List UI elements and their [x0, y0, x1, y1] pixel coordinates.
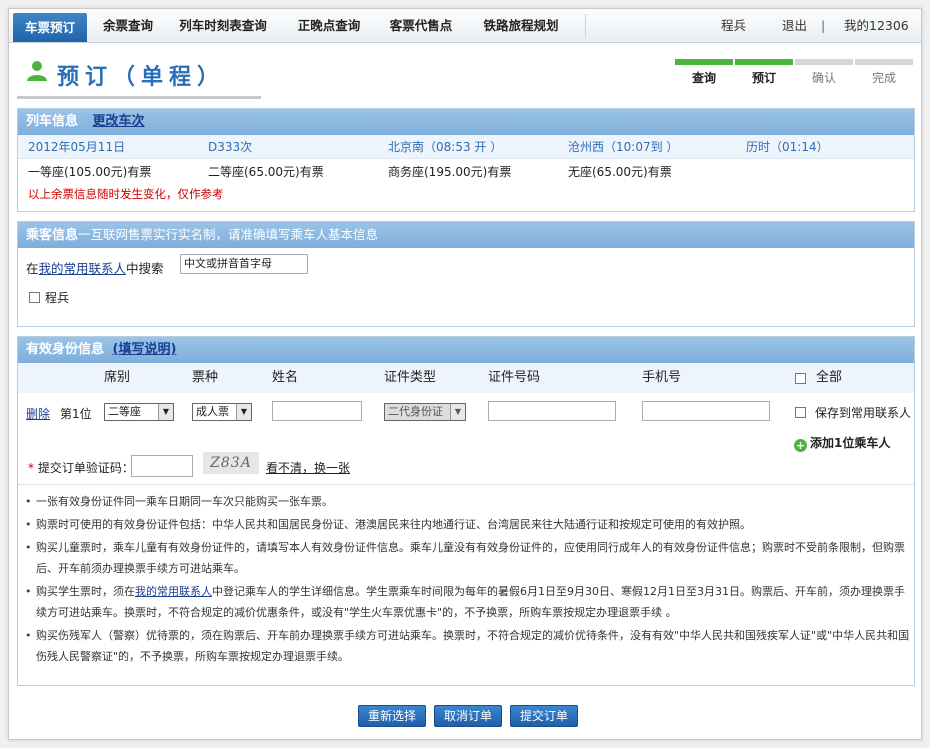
train-summary-row: 2012年05月11日 D333次 北京南（08:53 开 ） 沧州西（10:0… — [18, 135, 914, 159]
passenger-table-header: 席别 票种 姓名 证件类型 证件号码 手机号 全部 — [18, 363, 914, 393]
verify-code-input[interactable] — [131, 455, 193, 477]
top-nav: 车票预订 余票查询 列车时刻表查询 正晚点查询 客票代售点 铁路旅程规划 程兵 … — [9, 9, 921, 43]
note-item: 一张有效身份证件同一乘车日期同一车次只能购买一张车票。 — [18, 491, 914, 512]
step-confirm: 确认 — [795, 59, 853, 89]
nav-agency-points[interactable]: 客票代售点 — [381, 9, 461, 42]
nav-timetable[interactable]: 列车时刻表查询 — [173, 9, 273, 42]
nav-separator: | — [821, 18, 826, 33]
passenger-info-section: 乘客信息一互联网售票实行实名制，请准确填写乘车人基本信息 在我的常用联系人中搜索… — [17, 221, 915, 327]
train-number: D333次 — [208, 140, 253, 154]
note-item: 购票时可使用的有效身份证件包括：中华人民共和国居民身份证、港澳居民来往内地通行证… — [18, 514, 914, 535]
step-complete: 完成 — [855, 59, 913, 89]
select-all-label: 全部 — [816, 370, 843, 385]
my-account-link[interactable]: 我的12306 — [844, 9, 909, 42]
note-item: 购买学生票时，须在我的常用联系人中登记乘车人的学生详细信息。学生票乘车时间限为每… — [18, 581, 914, 623]
contact-search-label: 在我的常用联系人中搜索 — [26, 261, 164, 276]
save-contact-checkbox[interactable] — [795, 407, 806, 418]
progress-steps: 查询 预订 确认 完成 — [675, 59, 915, 89]
step-query: 查询 — [675, 59, 733, 89]
page-frame: 车票预订 余票查询 列车时刻表查询 正晚点查询 客票代售点 铁路旅程规划 程兵 … — [8, 8, 922, 740]
passenger-info-heading: 乘客信息 — [26, 228, 79, 243]
chevron-down-icon: ▼ — [450, 404, 465, 420]
submit-order-button[interactable]: 提交订单 — [510, 705, 579, 727]
chevron-down-icon: ▼ — [236, 404, 251, 420]
delete-passenger-link[interactable]: 删除 — [26, 405, 50, 422]
select-all-checkbox[interactable] — [795, 373, 806, 384]
passenger-info-subheading: 一互联网售票实行实名制，请准确填写乘车人基本信息 — [78, 227, 379, 242]
note-item: 购买伤残军人（警察）优待票的，须在购票后、开车前办理换票手续方可进站乘车。换票时… — [18, 625, 914, 667]
seat-first-class: 一等座(105.00元)有票 — [28, 165, 152, 179]
captcha-image[interactable]: Z83A — [203, 452, 259, 474]
id-number-input[interactable] — [488, 401, 616, 421]
trip-duration: 历时（01:14） — [746, 140, 829, 154]
contact-checkbox[interactable] — [29, 292, 40, 303]
person-icon — [27, 61, 47, 81]
step-booking: 预订 — [735, 59, 793, 89]
departure-station: 北京南（08:53 开 ） — [388, 140, 503, 154]
chevron-down-icon: ▼ — [158, 404, 173, 420]
reselect-button[interactable]: 重新选择 — [358, 705, 427, 727]
id-type-select[interactable]: 二代身份证 ▼ — [384, 403, 466, 421]
verify-label: * 提交订单验证码： — [28, 461, 134, 475]
logout-link[interactable]: 退出 — [782, 9, 807, 42]
train-date: 2012年05月11日 — [28, 140, 126, 154]
notes-list: 一张有效身份证件同一乘车日期同一车次只能购买一张车票。 购票时可使用的有效身份证… — [18, 484, 914, 669]
cancel-order-button[interactable]: 取消订单 — [434, 705, 503, 727]
ticket-type-select[interactable]: 成人票 ▼ — [192, 403, 252, 421]
seat-second-class: 二等座(65.00元)有票 — [208, 165, 324, 179]
nav-divider — [585, 14, 586, 38]
seat-type-select[interactable]: 二等座 ▼ — [104, 403, 174, 421]
captcha-refresh-link[interactable]: 看不清，换一张 — [266, 459, 350, 476]
name-input[interactable] — [272, 401, 362, 421]
contact-search-input[interactable]: 中文或拼音首字母 — [180, 254, 308, 274]
nav-trip-planner[interactable]: 铁路旅程规划 — [473, 9, 569, 42]
passenger-position: 第1位 — [60, 407, 92, 421]
id-info-header: 有效身份信息 (填写说明) — [18, 337, 914, 363]
col-phone: 手机号 — [642, 370, 682, 385]
col-name: 姓名 — [272, 370, 299, 385]
seat-standing: 无座(65.00元)有票 — [568, 165, 672, 179]
seat-business-class: 商务座(195.00元)有票 — [388, 165, 512, 179]
arrival-station: 沧州西（10:07到 ） — [568, 140, 679, 154]
title-underline — [17, 96, 261, 99]
contact-name-label: 程兵 — [45, 291, 70, 305]
student-contacts-link[interactable]: 我的常用联系人 — [135, 585, 212, 598]
col-id-number: 证件号码 — [488, 370, 541, 385]
add-passenger-button[interactable]: + 添加1位乘车人 — [794, 434, 890, 452]
help-link[interactable]: (填写说明) — [113, 342, 177, 357]
id-info-heading: 有效身份信息 — [26, 342, 105, 357]
plus-icon: + — [794, 439, 807, 452]
nav-ticket-booking[interactable]: 车票预订 — [13, 13, 87, 42]
my-contacts-link[interactable]: 我的常用联系人 — [39, 261, 127, 276]
note-item: 购买儿童票时，乘车儿童有有效身份证件的，请填写本人有效身份证件信息。乘车儿童没有… — [18, 537, 914, 579]
save-contact-label: 保存到常用联系人 — [815, 406, 912, 420]
phone-input[interactable] — [642, 401, 770, 421]
nav-delay-status[interactable]: 正晚点查询 — [289, 9, 369, 42]
col-ticket-type: 票种 — [192, 370, 219, 385]
nav-remaining-tickets[interactable]: 余票查询 — [93, 9, 163, 42]
col-id-type: 证件类型 — [384, 370, 437, 385]
change-train-link[interactable]: 更改车次 — [93, 114, 145, 129]
availability-notice: 以上余票信息随时发生变化，仅作参考 — [28, 187, 224, 201]
passenger-info-header: 乘客信息一互联网售票实行实名制，请准确填写乘车人基本信息 — [18, 222, 914, 248]
train-info-heading: 列车信息 — [26, 114, 79, 129]
id-info-section: 有效身份信息 (填写说明) 席别 票种 姓名 证件类型 证件号码 手机号 全部 … — [17, 336, 915, 686]
user-name: 程兵 — [721, 18, 747, 33]
train-info-section: 列车信息 更改车次 2012年05月11日 D333次 北京南（08:53 开 … — [17, 108, 915, 212]
train-info-header: 列车信息 更改车次 — [18, 109, 914, 135]
page-title: 预订（单程） — [57, 65, 226, 90]
col-seat-type: 席别 — [104, 370, 131, 385]
